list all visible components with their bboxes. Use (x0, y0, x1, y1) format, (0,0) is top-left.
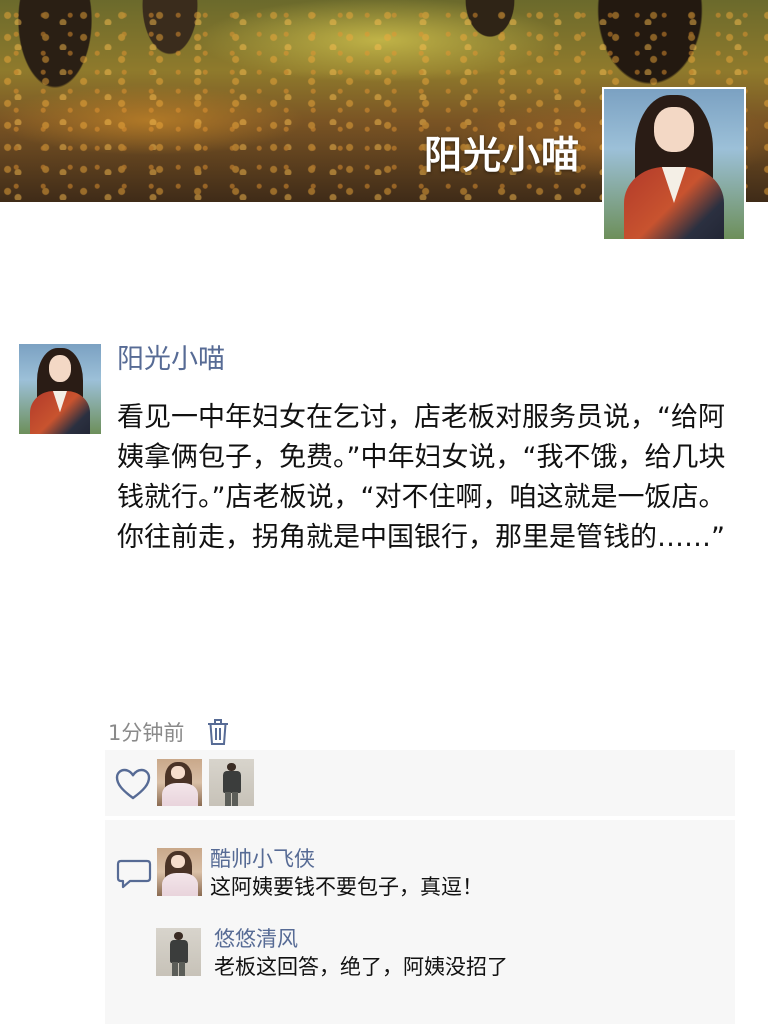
post-text: 看见一中年妇女在乞讨，店老板对服务员说，“给阿姨拿俩包子，免费。”中年妇女说，“… (117, 402, 726, 553)
post-author-avatar[interactable] (19, 344, 101, 434)
heart-icon[interactable] (114, 767, 152, 801)
comment-text: 这阿姨要钱不要包子，真逗！ (210, 875, 483, 899)
profile-avatar[interactable] (602, 87, 746, 241)
profile-name[interactable]: 阳光小喵 (424, 130, 580, 180)
likes-panel (105, 750, 735, 816)
comment-author-name[interactable]: 酷帅小飞侠 (210, 844, 315, 874)
post-time: 1分钟前 (108, 721, 185, 745)
comment-text: 老板这回答，绝了，阿姨没招了 (214, 955, 508, 979)
post-author-name[interactable]: 阳光小喵 (117, 340, 225, 380)
suit-portrait-image (209, 759, 254, 806)
comment-icon[interactable] (116, 858, 152, 890)
comment-item[interactable]: 酷帅小飞侠 这阿姨要钱不要包子，真逗！ (157, 847, 725, 900)
dress-portrait-image (157, 848, 202, 896)
suit-portrait-image (156, 928, 201, 976)
comment-author-avatar[interactable] (157, 848, 202, 896)
moments-page: 阳光小喵 阳光小喵 看见一中年妇女在乞讨，店老板对服务员说，“给阿姨拿俩包子，免… (0, 0, 768, 1024)
dress-portrait-image (157, 759, 202, 806)
hanbok-portrait-image (604, 89, 744, 239)
liker-avatar[interactable] (209, 759, 254, 806)
comment-author-avatar[interactable] (156, 928, 201, 976)
trash-icon[interactable] (206, 717, 230, 747)
comment-item[interactable]: 悠悠清风 老板这回答，绝了，阿姨没招了 (156, 927, 725, 980)
post-meta: 1分钟前 (108, 712, 230, 752)
liker-avatar[interactable] (157, 759, 202, 806)
comments-panel: 酷帅小飞侠 这阿姨要钱不要包子，真逗！ 悠悠清风 老板这回答，绝了，阿姨没招了 (105, 820, 735, 1024)
hanbok-portrait-image (19, 344, 101, 434)
comment-author-name[interactable]: 悠悠清风 (214, 924, 298, 954)
